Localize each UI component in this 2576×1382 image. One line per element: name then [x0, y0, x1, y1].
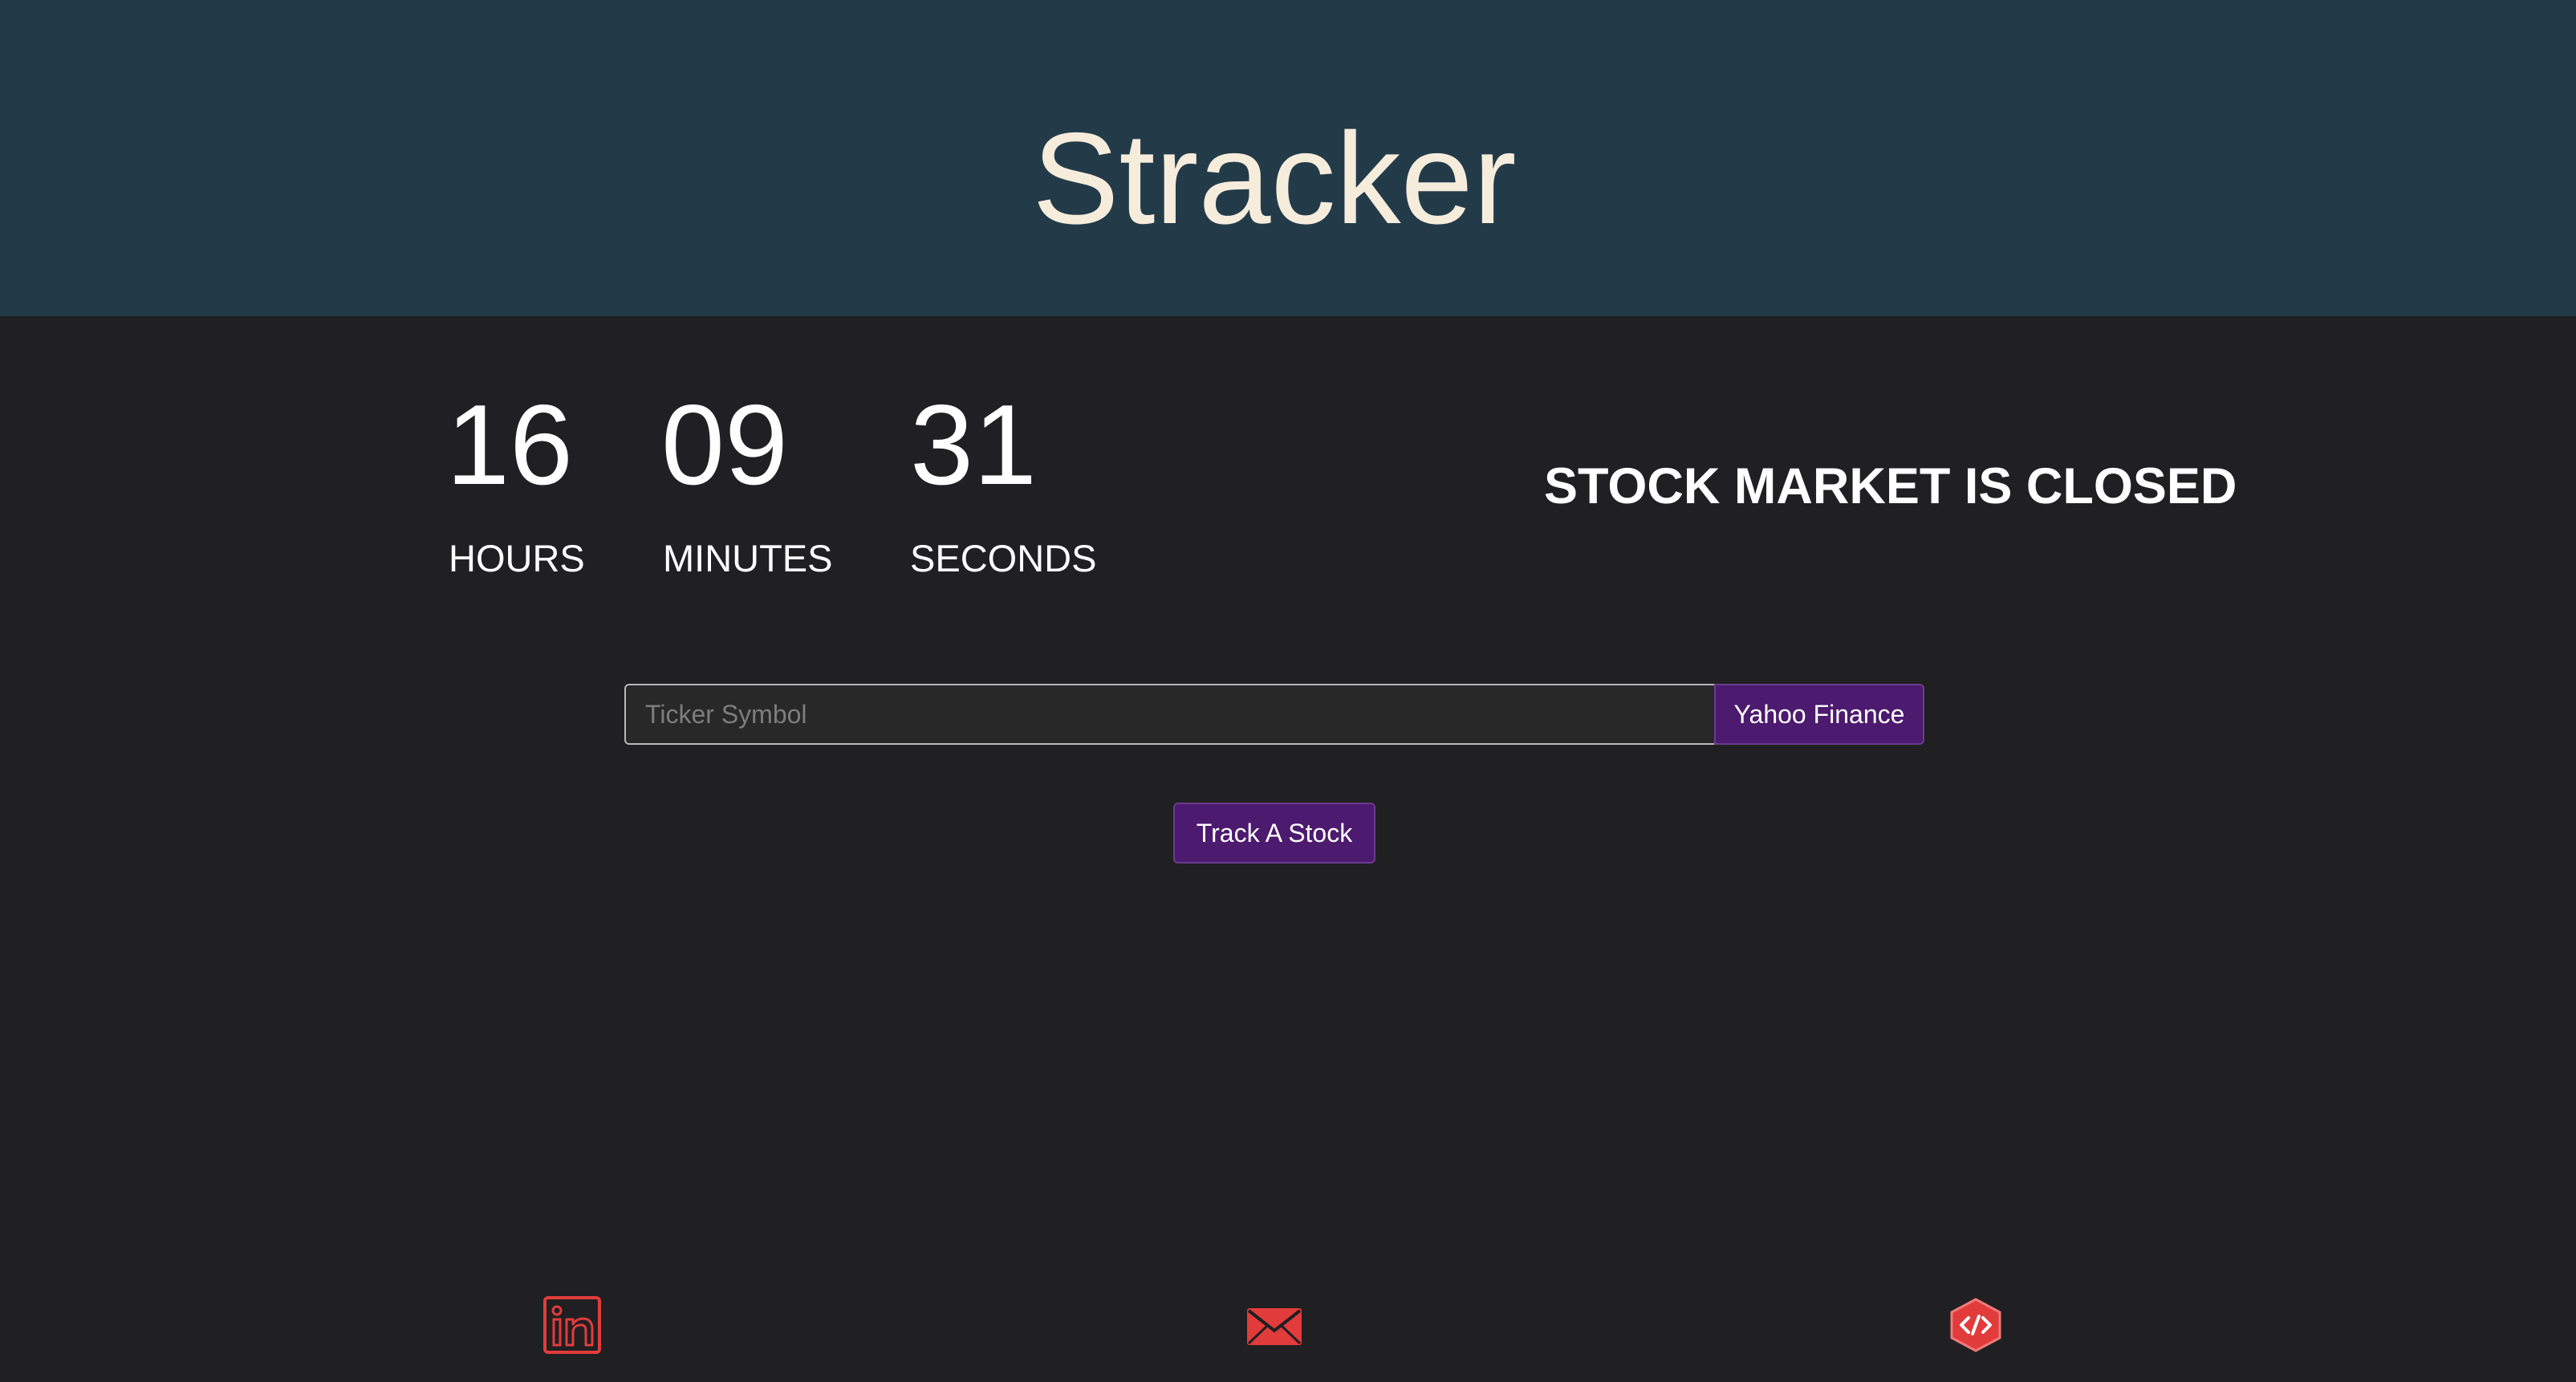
- seconds-value: 31: [910, 381, 1037, 509]
- track-stock-button[interactable]: Track A Stock: [1173, 803, 1375, 864]
- hours-value: 16: [446, 381, 573, 509]
- ticker-symbol-input[interactable]: [624, 684, 1716, 745]
- app-title: Stracker: [1032, 106, 1517, 251]
- linkedin-icon: [543, 1296, 601, 1354]
- market-status: STOCK MARKET IS CLOSED: [1544, 458, 2237, 514]
- minutes-value: 09: [661, 381, 788, 509]
- email-link[interactable]: [1245, 1295, 1303, 1361]
- code-icon: [1950, 1298, 2001, 1352]
- header-bar: Stracker: [0, 0, 2576, 316]
- yahoo-finance-button[interactable]: Yahoo Finance: [1714, 684, 1924, 745]
- hours-label: HOURS: [449, 537, 585, 579]
- seconds-label: SECONDS: [910, 537, 1097, 579]
- mail-icon: [1247, 1308, 1302, 1345]
- linkedin-link[interactable]: [542, 1295, 602, 1361]
- minutes-label: MINUTES: [663, 537, 833, 579]
- code-link[interactable]: [1947, 1295, 2005, 1361]
